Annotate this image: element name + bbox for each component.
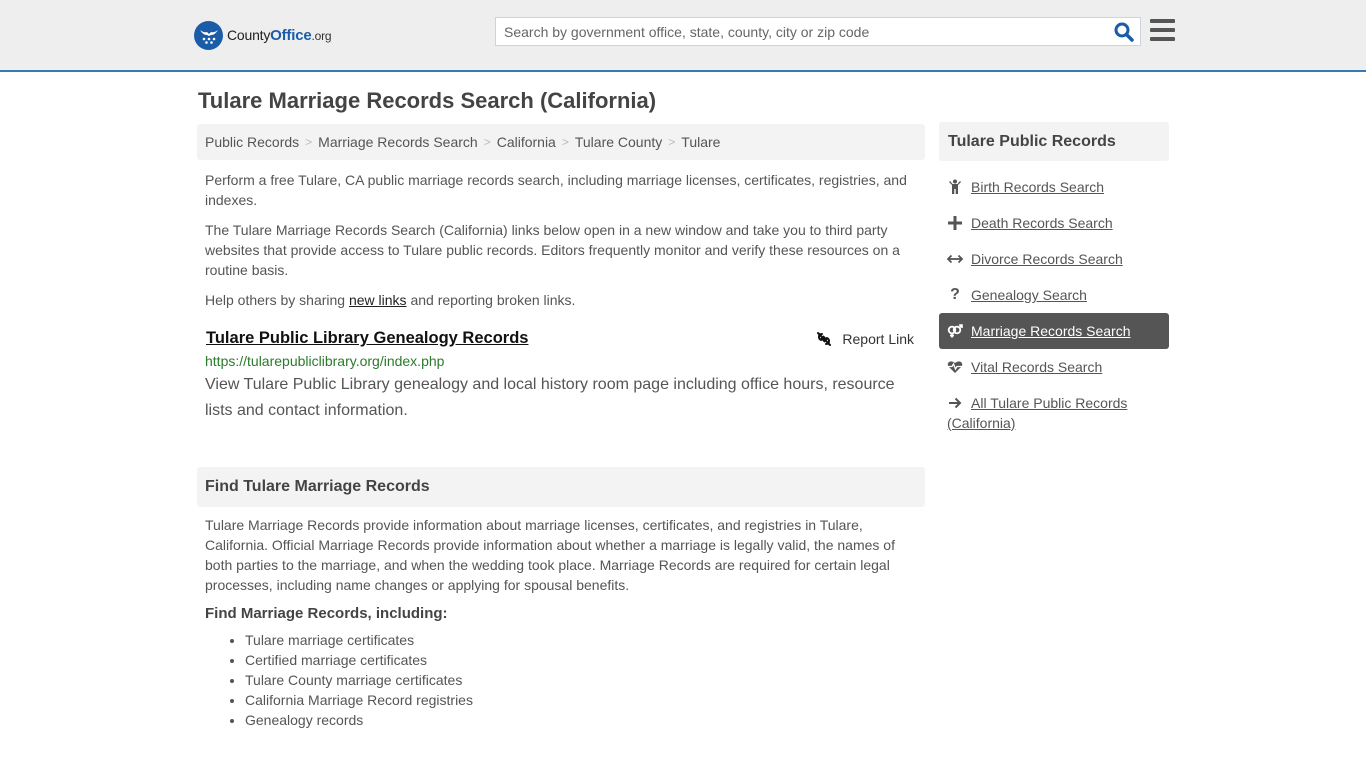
sidebar-item-vital-records[interactable]: Vital Records Search bbox=[939, 349, 1169, 385]
intro-section: Perform a free Tulare, CA public marriag… bbox=[205, 170, 917, 320]
report-link-label: Report Link bbox=[842, 331, 914, 347]
result-listing: Tulare Public Library Genealogy Records … bbox=[205, 329, 917, 424]
plus-icon bbox=[947, 213, 963, 233]
broken-link-icon bbox=[817, 332, 832, 346]
find-records-section: Tulare Marriage Records provide informat… bbox=[205, 515, 917, 730]
site-header: CountyOffice.org bbox=[0, 0, 1366, 72]
breadcrumb-california[interactable]: California bbox=[497, 134, 556, 150]
breadcrumb-public-records[interactable]: Public Records bbox=[205, 134, 299, 150]
heartbeat-icon bbox=[947, 357, 963, 377]
sidebar-item-genealogy[interactable]: ? Genealogy Search bbox=[939, 277, 1169, 313]
sidebar-item-label: All Tulare Public Records (California) bbox=[947, 395, 1128, 431]
venus-mars-icon bbox=[947, 321, 963, 341]
sidebar-item-label: Death Records Search bbox=[971, 215, 1113, 231]
report-link-button[interactable]: Report Link bbox=[816, 331, 914, 347]
sidebar-item-label: Marriage Records Search bbox=[971, 323, 1131, 339]
find-records-description: Tulare Marriage Records provide informat… bbox=[205, 517, 895, 593]
breadcrumb-separator: > bbox=[668, 135, 676, 149]
sidebar-item-marriage-records[interactable]: Marriage Records Search bbox=[939, 313, 1169, 349]
breadcrumb-tulare-county[interactable]: Tulare County bbox=[575, 134, 662, 150]
result-description: View Tulare Public Library genealogy and… bbox=[205, 376, 895, 419]
sidebar-item-label: Vital Records Search bbox=[971, 359, 1103, 375]
sidebar-item-label: Divorce Records Search bbox=[971, 251, 1123, 267]
sidebar-item-divorce-records[interactable]: Divorce Records Search bbox=[939, 241, 1169, 277]
record-types-list: Tulare marriage certificates Certified m… bbox=[245, 630, 917, 730]
intro-paragraph: Perform a free Tulare, CA public marriag… bbox=[205, 172, 907, 208]
sidebar-nav: Birth Records Search Death Records Searc… bbox=[939, 169, 1169, 441]
breadcrumb: Public Records > Marriage Records Search… bbox=[197, 124, 925, 160]
search-icon[interactable] bbox=[1114, 22, 1134, 42]
question-icon: ? bbox=[950, 286, 960, 303]
disclaimer-paragraph: The Tulare Marriage Records Search (Cali… bbox=[205, 222, 900, 278]
share-links-paragraph: Help others by sharing new links and rep… bbox=[205, 292, 576, 308]
breadcrumb-separator: > bbox=[561, 135, 569, 149]
sidebar-item-label: Genealogy Search bbox=[971, 287, 1087, 303]
list-item: Tulare marriage certificates bbox=[245, 630, 917, 650]
result-url: https://tularepubliclibrary.org/index.ph… bbox=[205, 353, 445, 369]
list-item: Genealogy records bbox=[245, 710, 917, 730]
page-title: Tulare Marriage Records Search (Californ… bbox=[198, 88, 657, 113]
logo-text: CountyOffice.org bbox=[227, 26, 332, 44]
arrows-horizontal-icon bbox=[947, 249, 963, 269]
breadcrumb-separator: > bbox=[483, 135, 491, 149]
find-records-heading: Find Tulare Marriage Records bbox=[197, 467, 925, 507]
sidebar-item-death-records[interactable]: Death Records Search bbox=[939, 205, 1169, 241]
hamburger-menu-icon[interactable] bbox=[1150, 19, 1175, 41]
list-item: Tulare County marriage certificates bbox=[245, 670, 917, 690]
search-input[interactable] bbox=[496, 18, 1106, 45]
sidebar-heading: Tulare Public Records bbox=[939, 122, 1169, 161]
breadcrumb-marriage-records-search[interactable]: Marriage Records Search bbox=[318, 134, 478, 150]
sidebar-item-all-public-records[interactable]: All Tulare Public Records (California) bbox=[939, 385, 1169, 441]
child-icon bbox=[947, 177, 963, 197]
search-box bbox=[495, 17, 1141, 46]
breadcrumb-tulare[interactable]: Tulare bbox=[681, 134, 720, 150]
sidebar-item-birth-records[interactable]: Birth Records Search bbox=[939, 169, 1169, 205]
breadcrumb-separator: > bbox=[305, 135, 313, 149]
sidebar-item-label: Birth Records Search bbox=[971, 179, 1105, 195]
find-records-subheading: Find Marriage Records, including: bbox=[205, 605, 448, 622]
list-item: California Marriage Record registries bbox=[245, 690, 917, 710]
eagle-logo-icon bbox=[194, 20, 223, 50]
site-logo[interactable]: CountyOffice.org bbox=[194, 20, 332, 50]
new-links-link[interactable]: new links bbox=[349, 292, 407, 308]
list-item: Certified marriage certificates bbox=[245, 650, 917, 670]
result-title-link[interactable]: Tulare Public Library Genealogy Records bbox=[206, 329, 528, 348]
arrow-right-icon bbox=[947, 393, 963, 413]
